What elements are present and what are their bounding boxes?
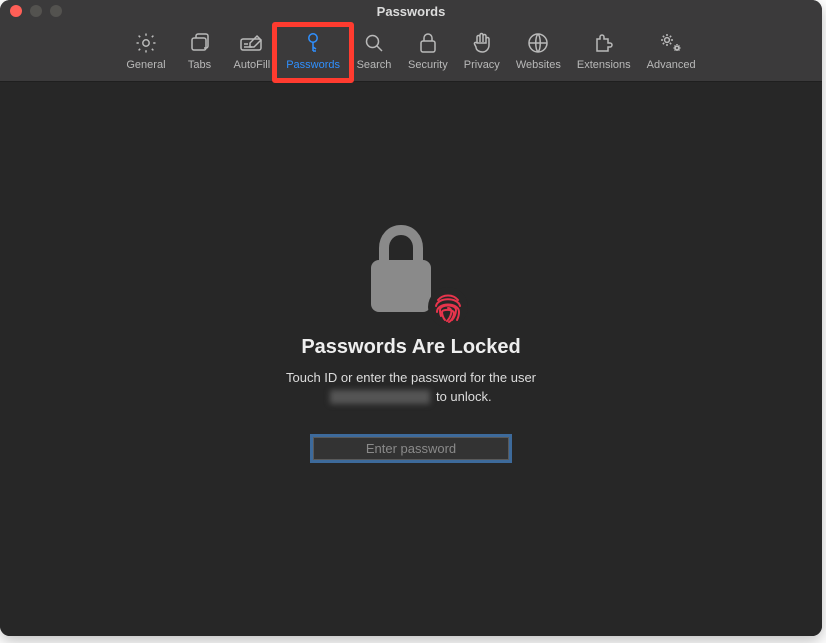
locked-subtext: Touch ID or enter the password for the u… xyxy=(286,369,536,407)
subtext-prefix: Touch ID or enter the password for the u… xyxy=(286,370,536,385)
zoom-window-button[interactable] xyxy=(50,5,62,17)
tab-label: Security xyxy=(408,59,448,71)
preferences-window: Passwords General Tabs AutoFill xyxy=(0,0,822,636)
search-icon xyxy=(362,30,386,56)
close-window-button[interactable] xyxy=(10,5,22,17)
autofill-icon xyxy=(239,30,265,56)
tab-search[interactable]: Search xyxy=(348,26,400,73)
subtext-suffix: to unlock. xyxy=(436,389,492,404)
tab-label: Passwords xyxy=(286,59,340,71)
preferences-toolbar: General Tabs AutoFill Passwords xyxy=(0,22,822,82)
tab-label: Extensions xyxy=(577,59,631,71)
lock-illustration xyxy=(361,222,461,322)
globe-icon xyxy=(526,30,550,56)
tab-label: Websites xyxy=(516,59,561,71)
tab-security[interactable]: Security xyxy=(400,26,456,73)
tab-extensions[interactable]: Extensions xyxy=(569,26,639,73)
tab-general[interactable]: General xyxy=(118,26,173,73)
key-icon xyxy=(302,30,324,56)
window-title: Passwords xyxy=(0,4,822,19)
tab-label: Advanced xyxy=(647,59,696,71)
tab-websites[interactable]: Websites xyxy=(508,26,569,73)
tab-label: Privacy xyxy=(464,59,500,71)
tabs-icon xyxy=(188,30,212,56)
window-controls xyxy=(0,5,62,17)
content-area: Passwords Are Locked Touch ID or enter t… xyxy=(0,82,822,636)
tab-label: Search xyxy=(357,59,392,71)
hand-icon xyxy=(471,30,493,56)
locked-heading: Passwords Are Locked xyxy=(301,336,520,359)
fingerprint-icon xyxy=(427,286,469,328)
tab-label: General xyxy=(126,59,165,71)
tab-label: AutoFill xyxy=(234,59,271,71)
titlebar: Passwords xyxy=(0,0,822,22)
gear-icon xyxy=(134,30,158,56)
tab-label: Tabs xyxy=(188,59,211,71)
tab-autofill[interactable]: AutoFill xyxy=(226,26,279,73)
password-input[interactable] xyxy=(313,437,509,460)
tab-privacy[interactable]: Privacy xyxy=(456,26,508,73)
lock-icon xyxy=(417,30,439,56)
tab-tabs[interactable]: Tabs xyxy=(174,26,226,73)
tab-advanced[interactable]: Advanced xyxy=(639,26,704,73)
minimize-window-button[interactable] xyxy=(30,5,42,17)
username-redacted xyxy=(330,390,430,404)
tab-passwords[interactable]: Passwords xyxy=(278,26,348,73)
puzzle-icon xyxy=(592,30,616,56)
gears-icon xyxy=(658,30,684,56)
